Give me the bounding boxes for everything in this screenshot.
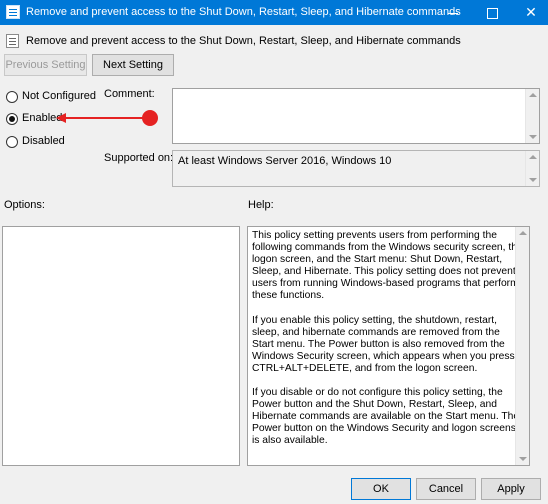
supported-on-value: At least Windows Server 2016, Windows 10 [178,155,392,167]
scroll-up-icon[interactable] [529,93,537,97]
close-icon: ✕ [525,4,537,20]
radio-label: Not Configured [22,90,96,102]
setting-header-title: Remove and prevent access to the Shut Do… [26,35,461,47]
comment-textarea[interactable] [172,88,540,144]
annotation-arrow-shaft [64,117,148,119]
minimize-icon [448,12,458,14]
window-title: Remove and prevent access to the Shut Do… [26,6,461,18]
help-paragraph: This policy setting prevents users from … [252,230,523,302]
policy-setting-icon [6,34,19,48]
policy-window-icon [6,5,20,19]
scroll-down-icon[interactable] [529,135,537,139]
scroll-down-icon[interactable] [519,457,527,461]
comment-label: Comment: [104,88,155,100]
supported-scrollbar[interactable] [525,151,539,186]
help-paragraph: If you disable or do not configure this … [252,387,520,447]
cancel-button[interactable]: Cancel [416,478,476,500]
help-scrollbar[interactable] [515,227,529,465]
previous-setting-button[interactable]: Previous Setting [4,54,87,76]
help-label: Help: [248,199,274,211]
annotation-arrow-icon [56,113,66,123]
maximize-icon [486,7,498,19]
help-paragraph: If you enable this policy setting, the s… [252,314,515,374]
maximize-button[interactable] [475,0,509,25]
title-bar[interactable]: Remove and prevent access to the Shut Do… [0,0,548,25]
close-button[interactable]: ✕ [514,0,548,25]
minimize-button[interactable] [436,0,470,25]
scroll-up-icon[interactable] [529,155,537,159]
help-pane[interactable]: This policy setting prevents users from … [247,226,530,466]
apply-button[interactable]: Apply [481,478,541,500]
supported-on-field: At least Windows Server 2016, Windows 10 [172,150,540,187]
annotation-dot [142,110,158,126]
options-label: Options: [4,199,45,211]
radio-label: Disabled [22,135,65,147]
scroll-down-icon[interactable] [529,178,537,182]
ok-button[interactable]: OK [351,478,411,500]
radio-circle[interactable] [6,91,18,103]
radio-circle[interactable] [6,136,18,148]
next-setting-button[interactable]: Next Setting [92,54,174,76]
radio-circle-selected[interactable] [6,113,18,125]
options-pane [2,226,240,466]
help-text: This policy setting prevents users from … [252,230,524,460]
supported-on-label: Supported on: [104,152,174,164]
comment-scrollbar[interactable] [525,89,539,143]
scroll-up-icon[interactable] [519,231,527,235]
